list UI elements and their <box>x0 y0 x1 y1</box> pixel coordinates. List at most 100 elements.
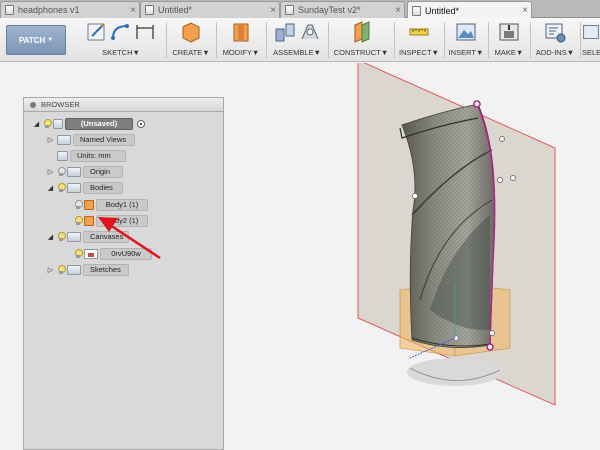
collapse-triangle-icon[interactable]: ◢ <box>46 184 55 192</box>
scripts-addins-icon[interactable] <box>544 21 566 43</box>
bodies-label: Bodies <box>83 181 123 194</box>
insert-group[interactable]: INSERT▼ <box>446 21 486 61</box>
sketch-arc-icon[interactable] <box>110 21 132 43</box>
toolbar-separator <box>216 22 217 58</box>
expand-triangle-icon[interactable]: ▷ <box>46 168 55 176</box>
body-icon <box>84 199 94 210</box>
spline-handle[interactable] <box>489 330 495 336</box>
sketch-point-bottom[interactable] <box>486 343 494 351</box>
make-3d-print-icon[interactable] <box>498 21 520 43</box>
toolbar-separator <box>488 22 489 58</box>
tree-item-canvases[interactable]: ◢ Canvases <box>46 230 129 243</box>
spline-handle[interactable] <box>510 175 516 181</box>
addins-label: ADD-INS <box>535 48 567 57</box>
close-tab-icon[interactable]: × <box>267 5 279 16</box>
collapse-triangle-icon[interactable]: ◢ <box>32 120 41 128</box>
root-component-label: (Unsaved) <box>65 117 133 130</box>
create-label: CREATE <box>172 48 203 57</box>
addins-group[interactable]: ADD-INS▼ <box>532 21 578 61</box>
tree-item-units[interactable]: Units: mm <box>46 149 126 162</box>
tree-root[interactable]: ◢ (Unsaved) <box>32 117 145 130</box>
construct-group[interactable]: CONSTRUCT▼ <box>330 21 392 61</box>
close-tab-icon[interactable]: × <box>519 5 531 16</box>
toolbar-separator <box>580 22 581 58</box>
modify-icon[interactable] <box>230 21 252 43</box>
offset-plane-icon[interactable] <box>350 21 372 43</box>
spline-handle[interactable] <box>412 193 418 199</box>
chevron-down-icon: ▼ <box>251 48 260 57</box>
tab-label: Untitled* <box>158 5 193 15</box>
select-label: SELE <box>582 48 600 57</box>
tree-item-body1[interactable]: Body1 (1) <box>74 198 148 211</box>
visibility-bulb-icon[interactable] <box>74 248 83 259</box>
folder-icon <box>57 134 71 145</box>
sketch-point-top[interactable] <box>473 100 481 108</box>
measure-icon[interactable] <box>408 21 430 43</box>
select-group[interactable]: SELE <box>582 21 600 61</box>
activate-radio-icon[interactable] <box>137 119 145 128</box>
chevron-down-icon: ▼ <box>132 48 140 57</box>
insert-label: INSERT <box>448 48 476 57</box>
collapse-icon[interactable] <box>30 101 36 108</box>
expand-triangle-icon[interactable]: ▷ <box>46 266 55 274</box>
modify-label: MODIFY <box>222 48 252 57</box>
toolbar-separator <box>444 22 445 58</box>
browser-panel: BROWSER ◢ (Unsaved) ▷ Named Views Units:… <box>23 97 224 450</box>
joint-icon[interactable] <box>298 21 320 43</box>
document-icon <box>5 5 14 15</box>
tab-untitled-active[interactable]: Untitled* × <box>407 1 532 19</box>
browser-header[interactable]: BROWSER <box>24 98 223 112</box>
document-icon <box>412 5 421 16</box>
collapse-triangle-icon[interactable]: ◢ <box>46 233 55 241</box>
visibility-bulb-icon[interactable] <box>74 215 83 226</box>
tree-item-named-views[interactable]: ▷ Named Views <box>46 133 135 146</box>
units-label: Units: mm <box>70 149 126 162</box>
visibility-bulb-icon[interactable] <box>57 231 66 242</box>
body1-label: Body1 (1) <box>96 198 148 211</box>
select-icon[interactable] <box>582 21 600 43</box>
expand-triangle-icon[interactable]: ▷ <box>46 136 55 144</box>
workspace-switcher-button[interactable]: PATCH ▼ <box>6 25 66 55</box>
visibility-bulb-icon[interactable] <box>57 166 66 177</box>
tree-item-sketches[interactable]: ▷ Sketches <box>46 263 129 276</box>
origin-label: Origin <box>83 165 123 178</box>
canvas-item-label: 0rvU90w <box>100 247 152 260</box>
close-tab-icon[interactable]: × <box>127 5 139 16</box>
new-component-icon[interactable] <box>274 21 296 43</box>
toolbar-separator <box>530 22 531 58</box>
sketch-group[interactable]: SKETCH▼ <box>78 21 164 61</box>
visibility-bulb-icon[interactable] <box>57 182 66 193</box>
spline-handle[interactable] <box>497 177 503 183</box>
create-group[interactable]: CREATE▼ <box>168 21 214 61</box>
tree-item-body2[interactable]: Body2 (1) <box>74 214 148 227</box>
tab-untitled-1[interactable]: Untitled* × <box>140 1 280 18</box>
visibility-bulb-icon[interactable] <box>57 264 66 275</box>
sketch-label: SKETCH <box>102 48 133 57</box>
toolbar-separator <box>166 22 167 58</box>
assemble-group[interactable]: ASSEMBLE▼ <box>268 21 326 61</box>
ground-shadow <box>407 358 503 386</box>
body2-label: Body2 (1) <box>96 214 148 227</box>
tab-sundaytest[interactable]: SundayTest v2* × <box>280 1 405 18</box>
component-icon <box>53 118 63 129</box>
create-sketch-icon[interactable] <box>86 21 108 43</box>
sketch-dimension-icon[interactable] <box>134 21 156 43</box>
make-group[interactable]: MAKE▼ <box>490 21 528 61</box>
tree-item-canvas[interactable]: 0rvU90w <box>74 247 152 260</box>
chevron-down-icon: ▼ <box>47 37 54 43</box>
tree-item-bodies[interactable]: ◢ Bodies <box>46 181 123 194</box>
create-solid-icon[interactable] <box>180 21 202 43</box>
tab-headphones[interactable]: headphones v1 × <box>0 1 140 18</box>
named-views-label: Named Views <box>73 133 135 146</box>
spline-handle[interactable] <box>499 136 505 142</box>
insert-image-icon[interactable] <box>455 21 477 43</box>
modify-group[interactable]: MODIFY▼ <box>218 21 264 61</box>
visibility-bulb-icon[interactable] <box>43 118 52 129</box>
visibility-bulb-icon[interactable] <box>74 199 83 210</box>
close-tab-icon[interactable]: × <box>392 5 404 16</box>
tree-item-origin[interactable]: ▷ Origin <box>46 165 123 178</box>
tab-label: Untitled* <box>425 5 460 16</box>
toolbar-separator <box>266 22 267 58</box>
inspect-group[interactable]: INSPECT▼ <box>396 21 442 61</box>
sketches-label: Sketches <box>83 263 129 276</box>
